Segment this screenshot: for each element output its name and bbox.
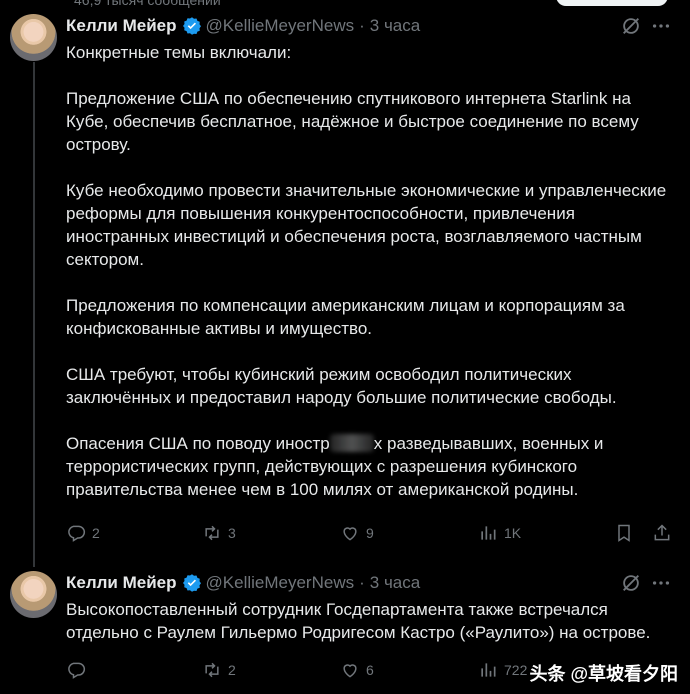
separator-dot: · <box>359 16 365 35</box>
heart-icon <box>343 527 357 541</box>
more-options-icon[interactable] <box>650 15 672 37</box>
reply-count: 2 <box>92 525 100 541</box>
tweet-paragraph: Кубе необходимо провести значительные эк… <box>66 181 667 269</box>
source-watermark: 头条 @草坡看夕阳 <box>529 664 678 684</box>
views-button[interactable]: 722 <box>478 660 527 680</box>
grok-icon[interactable] <box>620 572 642 594</box>
tweet-paragraph: США требуют, чтобы кубинский режим освоб… <box>66 365 617 407</box>
tweet-timestamp[interactable]: 3 часа <box>370 573 420 593</box>
author-handle[interactable]: @KellieMeyerNews <box>206 573 355 593</box>
tweet-header: Келли Мейер @KellieMeyerNews · 3 часа <box>66 14 420 38</box>
retweet-count: 3 <box>228 525 236 541</box>
grok-icon[interactable] <box>620 15 642 37</box>
retweet-button[interactable]: 3 <box>202 523 236 543</box>
tweet-body: Высокопоставленный сотрудник Госдепартам… <box>66 598 676 644</box>
reply-button[interactable] <box>66 660 92 680</box>
views-button[interactable]: 1K <box>478 523 521 543</box>
author-handle[interactable]: @KellieMeyerNews <box>206 16 355 36</box>
tweet-paragraph: Предложение США по обеспечению спутников… <box>66 89 639 154</box>
verified-badge-icon[interactable] <box>182 573 202 593</box>
views-count: 722 <box>504 662 528 678</box>
tweet-paragraph: Высокопоставленный сотрудник Госдепартам… <box>66 600 651 642</box>
previous-tweet-views-text: 46,9 тысяч сообщений <box>74 0 221 8</box>
last-paragraph-start: Опасения США по поводу иностр <box>66 434 330 453</box>
heart-icon <box>343 664 357 678</box>
views-count: 1K <box>504 525 522 541</box>
tweet-paragraph: Конкретные темы включали: <box>66 43 292 62</box>
retweet-count: 2 <box>228 662 236 678</box>
retweet-icon <box>205 525 219 541</box>
share-icon <box>654 524 670 541</box>
tweet-timestamp[interactable]: 3 часа <box>370 16 420 36</box>
tweet-paragraph: Предложения по компенсации американским … <box>66 296 625 338</box>
verified-badge-icon[interactable] <box>182 16 202 36</box>
like-button[interactable]: 6 <box>340 660 374 680</box>
separator-dot: · <box>359 573 365 592</box>
author-name[interactable]: Келли Мейер <box>66 16 177 36</box>
more-options-icon[interactable] <box>650 572 672 594</box>
like-count: 9 <box>366 525 374 541</box>
retweet-button[interactable]: 2 <box>202 660 236 680</box>
tweet-actions: 2 3 9 1K <box>66 521 676 545</box>
bookmark-icon <box>618 524 630 542</box>
author-avatar[interactable] <box>10 14 57 61</box>
author-name[interactable]: Келли Мейер <box>66 573 177 593</box>
reply-icon <box>68 662 86 679</box>
tweet-header: Келли Мейер @KellieMeyerNews · 3 часа <box>66 571 420 595</box>
reply-button[interactable]: 2 <box>66 523 100 543</box>
top-button-partial[interactable] <box>556 0 668 6</box>
views-chart-icon <box>481 526 496 540</box>
reply-icon <box>68 525 86 542</box>
thread-connector-line <box>33 62 35 567</box>
author-avatar[interactable] <box>10 571 57 618</box>
like-button[interactable]: 9 <box>340 523 374 543</box>
tweet-body: Конкретные темы включали: Предложение СШ… <box>66 41 676 501</box>
share-button[interactable] <box>652 523 672 543</box>
like-count: 6 <box>366 662 374 678</box>
retweet-icon <box>205 662 219 678</box>
tweet-paragraph-last: Опасения США по поводу иностр х разведыва… <box>66 432 676 501</box>
bookmark-button[interactable] <box>614 523 634 543</box>
views-chart-icon <box>481 663 496 677</box>
blurred-text-region <box>329 434 374 452</box>
